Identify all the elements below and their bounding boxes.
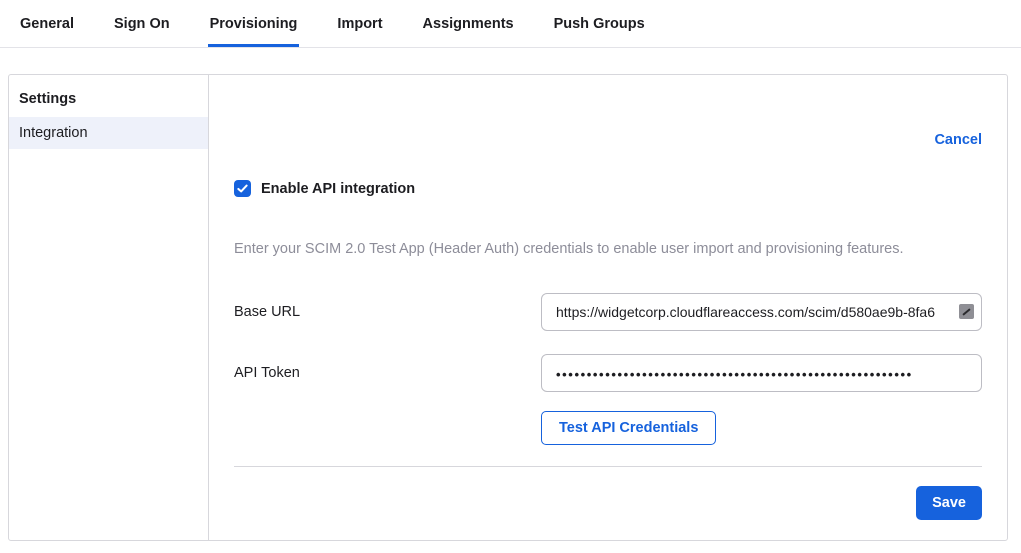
base-url-label: Base URL (234, 304, 541, 320)
save-row: Save (234, 486, 982, 520)
api-token-row: API Token (234, 354, 982, 392)
enable-api-integration-row: Enable API integration (234, 180, 982, 197)
tab-import[interactable]: Import (335, 14, 384, 47)
save-button[interactable]: Save (916, 486, 982, 520)
tab-assignments[interactable]: Assignments (421, 14, 516, 47)
api-token-input[interactable] (541, 354, 982, 392)
provisioning-panel: Settings Integration Cancel Enable API i… (8, 74, 1008, 541)
api-token-input-wrap (541, 354, 982, 392)
app-tab-bar: General Sign On Provisioning Import Assi… (0, 0, 1021, 48)
tab-provisioning[interactable]: Provisioning (208, 14, 300, 47)
cancel-button[interactable]: Cancel (934, 132, 982, 148)
enable-api-integration-label: Enable API integration (261, 181, 415, 197)
tab-push-groups[interactable]: Push Groups (552, 14, 647, 47)
checkmark-icon (237, 183, 248, 194)
base-url-row: Base URL (234, 293, 982, 331)
form-divider (234, 466, 982, 467)
enable-api-integration-checkbox[interactable] (234, 180, 251, 197)
sidebar-header: Settings (9, 83, 208, 117)
sidebar-item-integration[interactable]: Integration (9, 117, 208, 149)
base-url-input-wrap (541, 293, 982, 331)
cancel-row: Cancel (234, 131, 982, 149)
tab-sign-on[interactable]: Sign On (112, 14, 172, 47)
credentials-description: Enter your SCIM 2.0 Test App (Header Aut… (234, 241, 982, 257)
integration-settings-form: Cancel Enable API integration Enter your… (209, 75, 1007, 540)
test-api-credentials-button[interactable]: Test API Credentials (541, 411, 716, 445)
test-credentials-row: Test API Credentials (234, 411, 982, 445)
tab-general[interactable]: General (18, 14, 76, 47)
settings-sidebar: Settings Integration (9, 75, 209, 540)
base-url-input[interactable] (541, 293, 982, 331)
api-token-label: API Token (234, 365, 541, 381)
